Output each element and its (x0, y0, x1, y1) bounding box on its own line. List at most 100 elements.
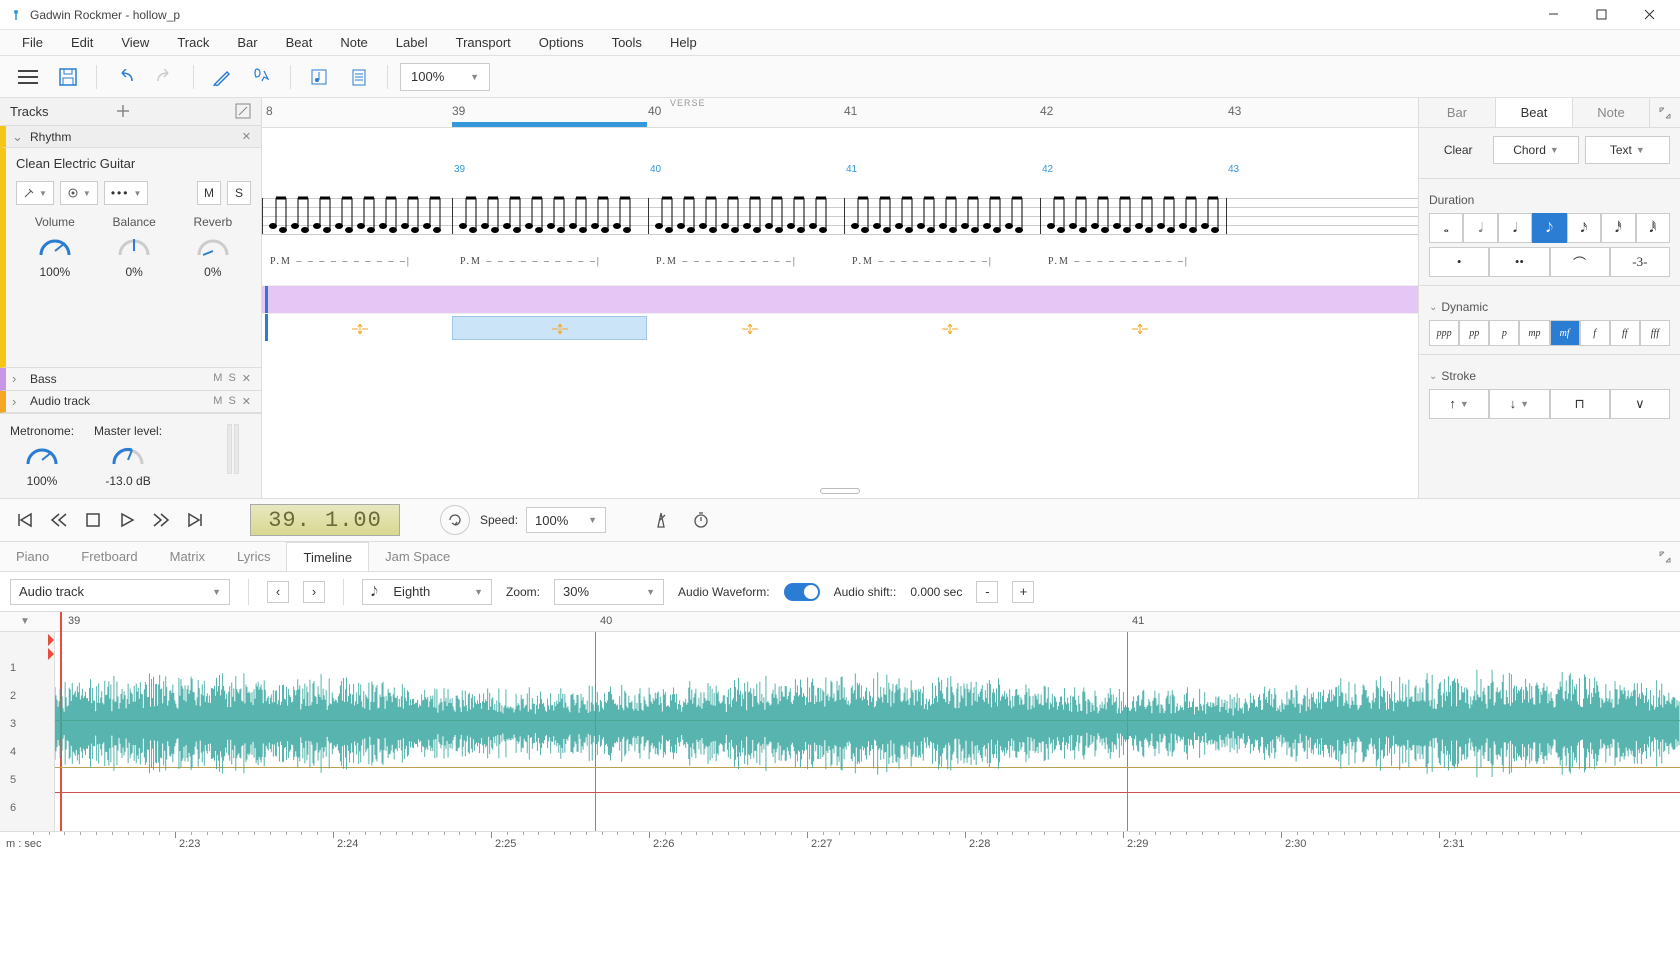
menu-file[interactable]: File (8, 31, 57, 54)
score-view-icon[interactable] (303, 61, 335, 93)
zoom-select[interactable]: 100% ▼ (400, 63, 490, 91)
tie-button[interactable]: ⌒ (1550, 247, 1610, 277)
note-value-select[interactable]: 𝅘𝅥𝅮 Eighth ▼ (362, 579, 492, 605)
countdown-icon[interactable] (686, 505, 716, 535)
quarter-note[interactable]: 𝅘𝅥 (1498, 213, 1532, 243)
waveform-toggle[interactable] (784, 583, 820, 601)
nav-prev-button[interactable]: ‹ (267, 581, 289, 603)
metronome-icon[interactable] (646, 505, 676, 535)
menu-tools[interactable]: Tools (598, 31, 656, 54)
expand-icon[interactable] (1650, 98, 1680, 127)
edit-tool-icon[interactable] (206, 61, 238, 93)
tab-jamspace[interactable]: Jam Space (369, 542, 466, 571)
speed-select[interactable]: 100% ▼ (526, 507, 606, 533)
skip-start-button[interactable] (10, 505, 40, 535)
waveform-area[interactable]: ▼ 39 40 41 1 2 3 4 5 6 (0, 612, 1680, 832)
ruler-handle[interactable]: ▼ (20, 616, 30, 627)
shift-minus-button[interactable]: - (976, 581, 998, 603)
stroke-pick-up[interactable]: ∨ (1610, 389, 1670, 419)
dotted-button[interactable]: • (1429, 247, 1489, 277)
track-bass[interactable]: › Bass M S ✕ (0, 368, 261, 390)
menu-help[interactable]: Help (656, 31, 711, 54)
skip-end-button[interactable] (180, 505, 210, 535)
bass-strip[interactable] (262, 285, 1418, 313)
dynamic-p[interactable]: p (1489, 320, 1519, 346)
drag-handle[interactable] (820, 488, 860, 494)
reverb-dial[interactable]: Reverb 0% (193, 215, 232, 279)
menu-view[interactable]: View (107, 31, 163, 54)
playhead-marker[interactable] (48, 634, 54, 646)
tuplet-button[interactable]: -3- (1610, 247, 1670, 277)
minimize-button[interactable] (1530, 0, 1576, 30)
dynamic-mf[interactable]: mf (1550, 320, 1580, 346)
undo-icon[interactable] (109, 61, 141, 93)
sixteenth-note[interactable]: 𝅘𝅥𝅯 (1567, 213, 1601, 243)
eighth-note[interactable]: 𝅘𝅥𝅮 (1532, 213, 1566, 243)
expand-icon[interactable] (1650, 551, 1680, 563)
balance-dial[interactable]: Balance 0% (112, 215, 155, 279)
half-note[interactable]: 𝅗𝅥 (1463, 213, 1497, 243)
dynamic-ppp[interactable]: ppp (1429, 320, 1459, 346)
thirtysecond-note[interactable]: 𝅘𝅥𝅰 (1601, 213, 1635, 243)
track-tool-more[interactable]: •••▼ (104, 181, 149, 205)
menu-beat[interactable]: Beat (272, 31, 327, 54)
stroke-heading[interactable]: ⌄Stroke (1429, 369, 1670, 383)
play-button[interactable] (112, 505, 142, 535)
dynamic-ff[interactable]: ff (1610, 320, 1640, 346)
menu-edit[interactable]: Edit (57, 31, 107, 54)
clear-button[interactable]: Clear (1429, 136, 1487, 164)
score-area[interactable]: 8 39 40 41 42 43 VERSE 3940414243P.M – –… (262, 98, 1418, 498)
tracks-edit-icon[interactable] (235, 103, 251, 119)
tab-timeline[interactable]: Timeline (286, 542, 369, 571)
tab-note[interactable]: Note (1573, 98, 1650, 127)
select-tool-icon[interactable] (246, 61, 278, 93)
close-button[interactable]: ✕ (242, 372, 251, 385)
solo-button[interactable]: S (228, 372, 235, 385)
rewind-button[interactable] (44, 505, 74, 535)
stop-button[interactable] (78, 505, 108, 535)
waveform-ruler[interactable]: ▼ 39 40 41 (0, 612, 1680, 632)
dynamic-mp[interactable]: mp (1519, 320, 1549, 346)
forward-button[interactable] (146, 505, 176, 535)
menu-label[interactable]: Label (382, 31, 442, 54)
menu-track[interactable]: Track (163, 31, 223, 54)
text-button[interactable]: Text▼ (1585, 136, 1670, 164)
chord-button[interactable]: Chord▼ (1493, 136, 1578, 164)
tab-matrix[interactable]: Matrix (154, 542, 221, 571)
add-track-button[interactable] (112, 100, 134, 122)
double-dotted-button[interactable]: •• (1489, 247, 1549, 277)
metronome-dial[interactable]: Metronome: 100% (10, 424, 74, 488)
loop-button[interactable] (440, 505, 470, 535)
mute-button[interactable]: M (213, 372, 222, 385)
tab-lyrics[interactable]: Lyrics (221, 542, 286, 571)
dynamic-pp[interactable]: pp (1459, 320, 1489, 346)
dynamic-heading[interactable]: ⌄Dynamic (1429, 300, 1670, 314)
redo-icon[interactable] (149, 61, 181, 93)
save-icon[interactable] (52, 61, 84, 93)
stroke-down[interactable]: ↓ ▼ (1489, 389, 1549, 419)
track-tool-tuning[interactable]: ▼ (16, 181, 54, 205)
sixtyfourth-note[interactable]: 𝅘𝅥𝅱 (1636, 213, 1670, 243)
mute-button[interactable]: M (213, 395, 222, 408)
audio-strip[interactable] (262, 313, 1418, 341)
volume-dial[interactable]: Volume 100% (35, 215, 75, 279)
tab-fretboard[interactable]: Fretboard (65, 542, 153, 571)
mute-button[interactable]: M (197, 181, 221, 205)
hamburger-icon[interactable] (12, 61, 44, 93)
shift-plus-button[interactable]: + (1012, 581, 1034, 603)
nav-next-button[interactable]: › (303, 581, 325, 603)
solo-button[interactable]: S (228, 395, 235, 408)
menu-bar[interactable]: Bar (223, 31, 271, 54)
dynamic-f[interactable]: f (1580, 320, 1610, 346)
timeline-track-select[interactable]: Audio track ▼ (10, 579, 230, 605)
bar-ruler[interactable]: 8 39 40 41 42 43 VERSE (262, 98, 1418, 128)
tab-bar[interactable]: Bar (1419, 98, 1496, 127)
score-canvas[interactable]: 3940414243P.M – – – – – – – – – –|P.M – … (262, 128, 1418, 285)
document-view-icon[interactable] (343, 61, 375, 93)
timeline-zoom-select[interactable]: 30% ▼ (554, 579, 664, 605)
stroke-up[interactable]: ↑ ▼ (1429, 389, 1489, 419)
close-button[interactable]: ✕ (242, 395, 251, 408)
track-close[interactable]: ✕ (242, 130, 251, 143)
tab-beat[interactable]: Beat (1496, 98, 1573, 127)
stroke-pick-down[interactable]: ⊓ (1550, 389, 1610, 419)
